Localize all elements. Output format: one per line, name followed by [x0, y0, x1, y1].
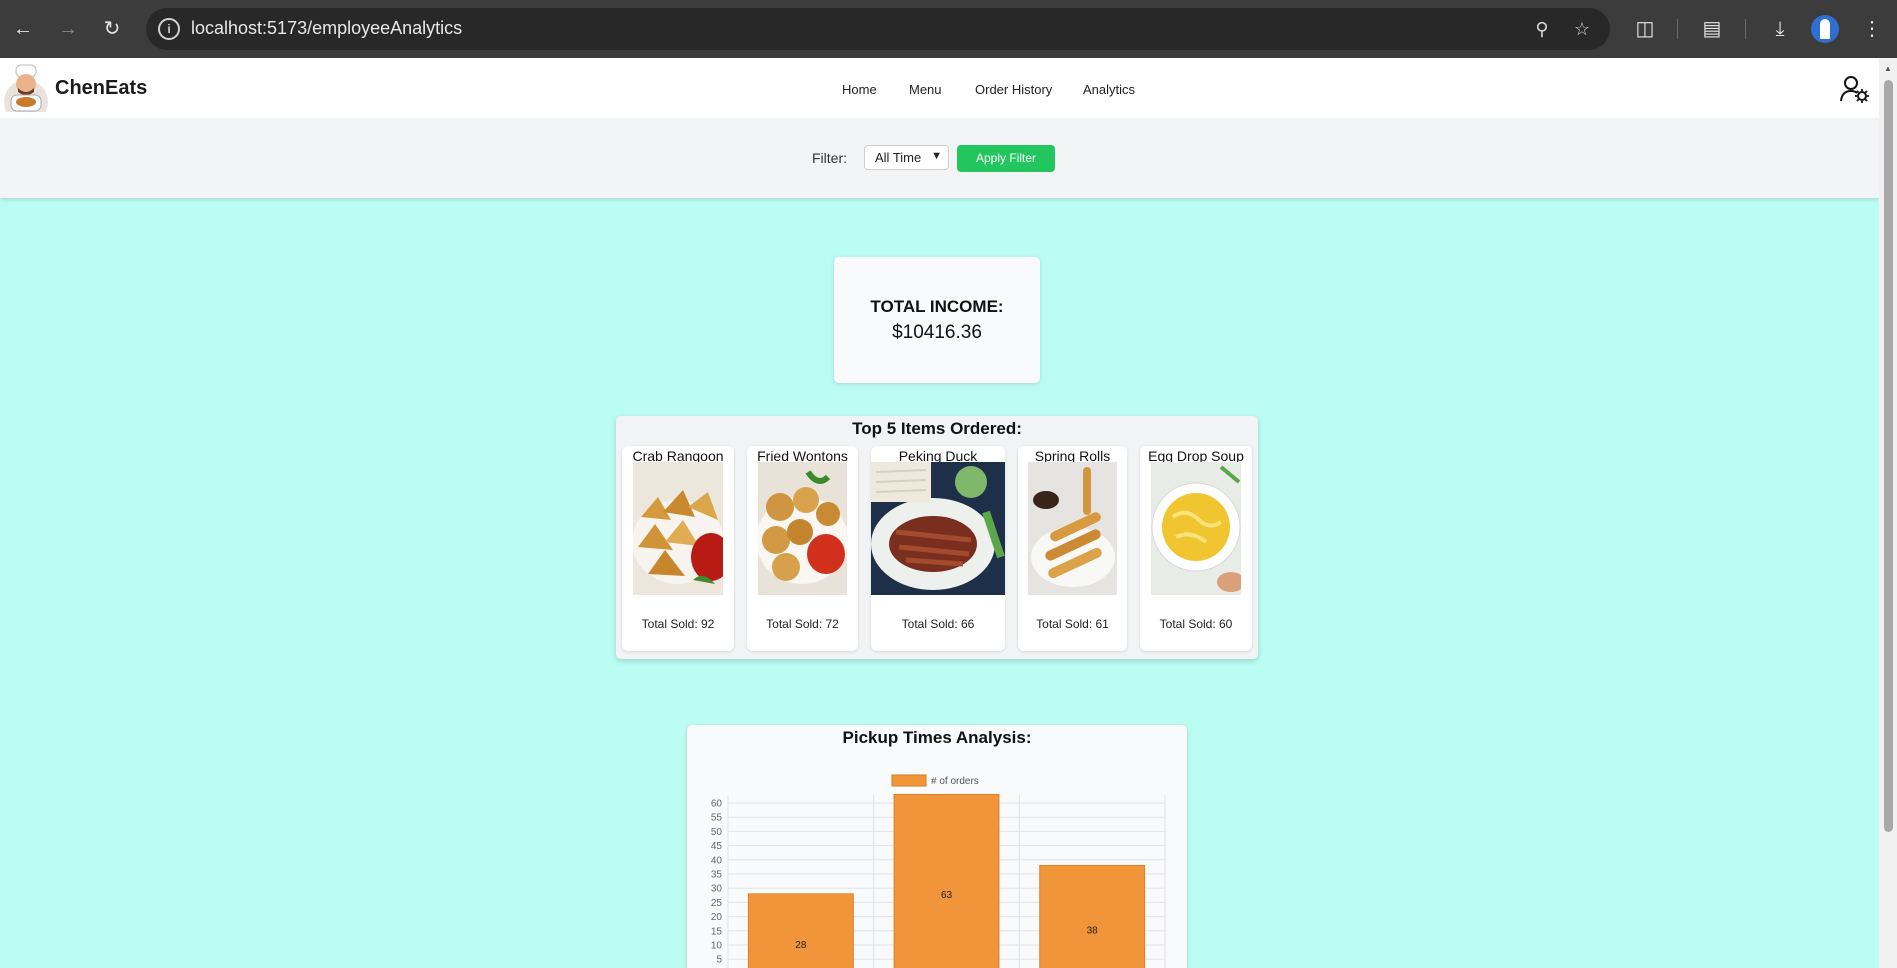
back-arrow-icon[interactable]: ←	[8, 14, 38, 44]
legend-swatch	[891, 774, 927, 787]
top-item-sold: Total Sold: 72	[766, 617, 839, 631]
total-income-value: $10416.36	[892, 322, 982, 343]
y-tick-label: 20	[711, 912, 723, 923]
top-item-sold: Total Sold: 66	[901, 617, 975, 631]
y-tick-label: 30	[711, 884, 723, 895]
download-icon[interactable]: ⤓	[1765, 14, 1795, 44]
app-navbar: ChenEats Home Menu Order History Analyti…	[0, 58, 1879, 118]
top-item-card: Spring Rolls Total Sold: 61	[1018, 446, 1127, 651]
bar-data-label: 38	[1087, 926, 1099, 937]
nav-link-analytics[interactable]: Analytics	[1083, 82, 1135, 97]
time-filter-value: All Time	[875, 150, 922, 165]
crab-rangoon-image	[633, 462, 723, 595]
y-tick-label: 50	[711, 827, 723, 838]
address-bar[interactable]: i localhost:5173/employeeAnalytics ⚲ ☆	[146, 8, 1610, 50]
chart-bar	[893, 793, 1000, 968]
toolbar-divider	[1745, 19, 1746, 39]
search-tabs-icon[interactable]: ▤	[1697, 14, 1727, 44]
top-item-sold: Total Sold: 92	[641, 617, 715, 631]
y-tick-label: 40	[711, 855, 723, 866]
fried-wontons-image	[758, 462, 847, 595]
y-tick-label: 35	[711, 870, 723, 881]
star-icon[interactable]: ☆	[1569, 16, 1595, 42]
legend-label: # of orders	[931, 776, 979, 787]
y-tick-label: 5	[716, 955, 722, 966]
top-item-card: Peking Duck Total Sold: 66	[871, 446, 1005, 651]
top-item-card: Fried Wontons Total Sold: 72	[747, 446, 858, 651]
total-income-card: TOTAL INCOME: $10416.36	[834, 257, 1040, 383]
pickup-times-card: Pickup Times Analysis: # of orders 60 55 50…	[687, 725, 1187, 968]
filter-bar: Filter: All Time ▼ Apply Filter	[0, 118, 1879, 198]
profile-avatar-icon[interactable]	[1811, 15, 1839, 43]
top-item-card: Crab Rangoon Total Sold: 92	[622, 446, 734, 651]
chart-bar	[1039, 864, 1146, 968]
nav-link-home[interactable]: Home	[842, 82, 877, 97]
brand-name[interactable]: ChenEats	[55, 77, 147, 100]
forward-arrow-icon[interactable]: →	[53, 14, 83, 44]
time-filter-select[interactable]: All Time ▼	[864, 145, 949, 170]
top-items-title: Top 5 Items Ordered:	[852, 419, 1022, 438]
top-item-sold: Total Sold: 60	[1159, 617, 1233, 631]
y-tick-label: 55	[711, 813, 723, 824]
reload-icon[interactable]: ↻	[97, 14, 127, 44]
apply-filter-button[interactable]: Apply Filter	[957, 145, 1055, 172]
y-tick-label: 10	[711, 941, 723, 952]
chef-logo-icon[interactable]	[2, 62, 50, 112]
scrollbar-thumb[interactable]	[1884, 80, 1893, 832]
browser-toolbar: ← → ↻ i localhost:5173/employeeAnalytics…	[0, 0, 1897, 58]
extensions-icon[interactable]: ◫	[1630, 14, 1660, 44]
y-tick-label: 25	[711, 898, 723, 909]
zoom-icon[interactable]: ⚲	[1529, 16, 1555, 42]
y-tick-label: 60	[711, 799, 723, 810]
toolbar-divider	[1677, 19, 1678, 39]
user-settings-icon[interactable]	[1840, 75, 1870, 103]
top-items-panel: Top 5 Items Ordered: Crab Rangoon Total …	[616, 416, 1258, 659]
bar-data-label: 28	[795, 940, 807, 951]
bar-data-label: 63	[941, 890, 953, 901]
pickup-times-chart: # of orders 60 55 50 45 40 35 30 25 20 15 10 5 28 63 38	[711, 774, 1166, 968]
egg-drop-soup-image	[1151, 462, 1241, 595]
nav-link-menu[interactable]: Menu	[909, 82, 942, 97]
filter-label: Filter:	[812, 150, 847, 166]
chart-bar	[747, 893, 854, 968]
chevron-down-icon: ▼	[931, 150, 942, 162]
scroll-up-icon[interactable]: ▲	[1883, 64, 1893, 73]
y-tick-label: 45	[711, 841, 723, 852]
top-item-sold: Total Sold: 61	[1036, 617, 1109, 631]
info-icon[interactable]: i	[158, 18, 180, 40]
peking-duck-image	[871, 462, 1005, 595]
spring-rolls-image	[1028, 462, 1117, 595]
more-vert-icon[interactable]: ⋮	[1857, 14, 1887, 44]
total-income-label: TOTAL INCOME:	[870, 297, 1004, 316]
url-text[interactable]: localhost:5173/employeeAnalytics	[191, 18, 462, 39]
nav-link-order-history[interactable]: Order History	[975, 82, 1052, 97]
top-item-card: Egg Drop Soup Total Sold: 60	[1140, 446, 1252, 651]
y-tick-label: 15	[711, 926, 723, 937]
